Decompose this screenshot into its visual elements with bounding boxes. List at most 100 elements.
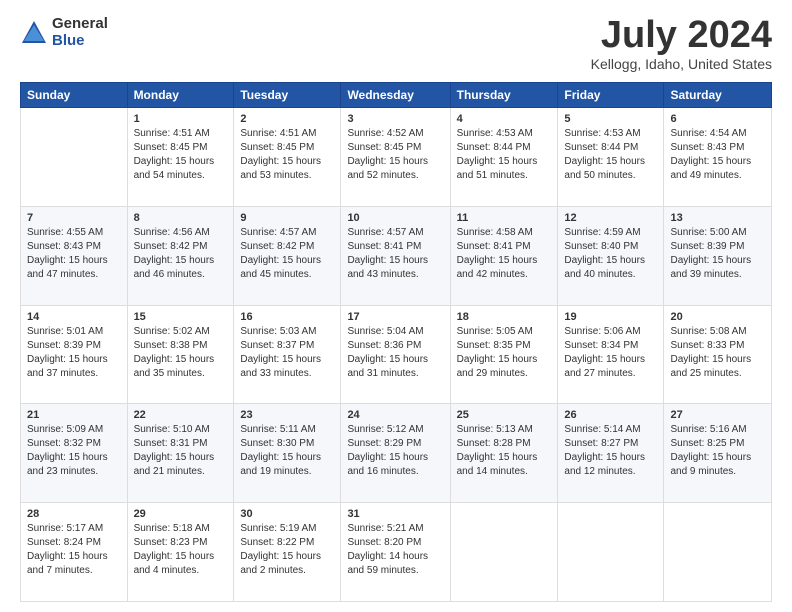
day-number: 11	[457, 212, 552, 224]
logo: General Blue	[20, 16, 108, 49]
day-info: Sunrise: 4:54 AMSunset: 8:43 PMDaylight:…	[670, 127, 765, 183]
logo-blue-text: Blue	[52, 33, 108, 50]
logo-icon	[20, 19, 48, 47]
day-number: 19	[564, 311, 657, 323]
weekday-header-saturday: Saturday	[664, 83, 772, 108]
day-info: Sunrise: 4:57 AMSunset: 8:42 PMDaylight:…	[240, 226, 334, 282]
calendar-cell: 1Sunrise: 4:51 AMSunset: 8:45 PMDaylight…	[127, 108, 234, 207]
day-number: 28	[27, 508, 121, 520]
calendar-week-4: 21 Sunrise: 5:09 AMSunset: 8:32 PMDayligh…	[21, 404, 772, 503]
calendar-week-3: 14 Sunrise: 5:01 AMSunset: 8:39 PMDayligh…	[21, 305, 772, 404]
day-number: 20	[670, 311, 765, 323]
day-info: Sunrise: 5:18 AMSunset: 8:23 PMDaylight:…	[134, 522, 228, 578]
location: Kellogg, Idaho, United States	[591, 56, 772, 72]
calendar-cell: 13Sunrise: 5:00 AMSunset: 8:39 PMDayligh…	[664, 206, 772, 305]
title-section: July 2024 Kellogg, Idaho, United States	[591, 16, 772, 72]
day-number: 9	[240, 212, 334, 224]
calendar-cell	[21, 108, 128, 207]
day-info: Sunrise: 4:53 AMSunset: 8:44 PMDaylight:…	[457, 127, 552, 183]
calendar-cell: 14 Sunrise: 5:01 AMSunset: 8:39 PMDayligh…	[21, 305, 128, 404]
logo-general-text: General	[52, 16, 108, 33]
calendar-cell	[664, 503, 772, 602]
day-number: 21	[27, 409, 121, 421]
calendar-cell: 30Sunrise: 5:19 AMSunset: 8:22 PMDayligh…	[234, 503, 341, 602]
day-number: 6	[670, 113, 765, 125]
header-row: SundayMondayTuesdayWednesdayThursdayFrid…	[21, 83, 772, 108]
day-info: Sunrise: 4:53 AMSunset: 8:44 PMDaylight:…	[564, 127, 657, 183]
day-number: 15	[134, 311, 228, 323]
day-info: Sunrise: 5:21 AMSunset: 8:20 PMDaylight:…	[347, 522, 443, 578]
calendar-cell: 20 Sunrise: 5:08 AMSunset: 8:33 PMDayligh…	[664, 305, 772, 404]
calendar-cell: 22Sunrise: 5:10 AMSunset: 8:31 PMDayligh…	[127, 404, 234, 503]
calendar-cell: 25Sunrise: 5:13 AMSunset: 8:28 PMDayligh…	[450, 404, 558, 503]
calendar-cell: 2 Sunrise: 4:51 AMSunset: 8:45 PMDaylight…	[234, 108, 341, 207]
calendar-week-1: 1Sunrise: 4:51 AMSunset: 8:45 PMDaylight…	[21, 108, 772, 207]
day-number: 31	[347, 508, 443, 520]
calendar-cell: 19 Sunrise: 5:06 AMSunset: 8:34 PMDayligh…	[558, 305, 664, 404]
calendar-cell: 4 Sunrise: 4:53 AMSunset: 8:44 PMDaylight…	[450, 108, 558, 207]
calendar-cell: 9 Sunrise: 4:57 AMSunset: 8:42 PMDaylight…	[234, 206, 341, 305]
weekday-header-monday: Monday	[127, 83, 234, 108]
day-number: 26	[564, 409, 657, 421]
day-number: 10	[347, 212, 443, 224]
calendar-cell: 23 Sunrise: 5:11 AMSunset: 8:30 PMDayligh…	[234, 404, 341, 503]
calendar-cell: 31 Sunrise: 5:21 AMSunset: 8:20 PMDayligh…	[341, 503, 450, 602]
calendar-cell: 3Sunrise: 4:52 AMSunset: 8:45 PMDaylight…	[341, 108, 450, 207]
weekday-header-sunday: Sunday	[21, 83, 128, 108]
day-info: Sunrise: 4:59 AMSunset: 8:40 PMDaylight:…	[564, 226, 657, 282]
day-number: 14	[27, 311, 121, 323]
calendar-cell: 8Sunrise: 4:56 AMSunset: 8:42 PMDaylight…	[127, 206, 234, 305]
day-number: 2	[240, 113, 334, 125]
day-number: 12	[564, 212, 657, 224]
day-info: Sunrise: 5:08 AMSunset: 8:33 PMDaylight:…	[670, 325, 765, 381]
calendar-cell: 29 Sunrise: 5:18 AMSunset: 8:23 PMDayligh…	[127, 503, 234, 602]
calendar-cell: 11 Sunrise: 4:58 AMSunset: 8:41 PMDayligh…	[450, 206, 558, 305]
calendar-cell: 5 Sunrise: 4:53 AMSunset: 8:44 PMDaylight…	[558, 108, 664, 207]
day-number: 30	[240, 508, 334, 520]
day-info: Sunrise: 4:51 AMSunset: 8:45 PMDaylight:…	[134, 127, 228, 183]
day-info: Sunrise: 4:55 AMSunset: 8:43 PMDaylight:…	[27, 226, 121, 282]
day-info: Sunrise: 5:09 AMSunset: 8:32 PMDaylight:…	[27, 423, 121, 479]
day-number: 25	[457, 409, 552, 421]
day-info: Sunrise: 5:01 AMSunset: 8:39 PMDaylight:…	[27, 325, 121, 381]
day-number: 23	[240, 409, 334, 421]
day-info: Sunrise: 4:51 AMSunset: 8:45 PMDaylight:…	[240, 127, 334, 183]
day-info: Sunrise: 5:11 AMSunset: 8:30 PMDaylight:…	[240, 423, 334, 479]
day-info: Sunrise: 5:06 AMSunset: 8:34 PMDaylight:…	[564, 325, 657, 381]
day-info: Sunrise: 5:02 AMSunset: 8:38 PMDaylight:…	[134, 325, 228, 381]
day-info: Sunrise: 5:00 AMSunset: 8:39 PMDaylight:…	[670, 226, 765, 282]
day-info: Sunrise: 4:58 AMSunset: 8:41 PMDaylight:…	[457, 226, 552, 282]
calendar-cell: 12 Sunrise: 4:59 AMSunset: 8:40 PMDayligh…	[558, 206, 664, 305]
calendar-week-5: 28 Sunrise: 5:17 AMSunset: 8:24 PMDayligh…	[21, 503, 772, 602]
calendar-cell: 24 Sunrise: 5:12 AMSunset: 8:29 PMDayligh…	[341, 404, 450, 503]
calendar-cell: 26 Sunrise: 5:14 AMSunset: 8:27 PMDayligh…	[558, 404, 664, 503]
calendar-cell: 21 Sunrise: 5:09 AMSunset: 8:32 PMDayligh…	[21, 404, 128, 503]
day-info: Sunrise: 5:03 AMSunset: 8:37 PMDaylight:…	[240, 325, 334, 381]
day-info: Sunrise: 4:57 AMSunset: 8:41 PMDaylight:…	[347, 226, 443, 282]
calendar-cell: 16 Sunrise: 5:03 AMSunset: 8:37 PMDayligh…	[234, 305, 341, 404]
header: General Blue July 2024 Kellogg, Idaho, U…	[20, 16, 772, 72]
calendar-cell	[450, 503, 558, 602]
day-number: 7	[27, 212, 121, 224]
calendar-cell: 10 Sunrise: 4:57 AMSunset: 8:41 PMDayligh…	[341, 206, 450, 305]
day-info: Sunrise: 5:05 AMSunset: 8:35 PMDaylight:…	[457, 325, 552, 381]
day-number: 27	[670, 409, 765, 421]
day-info: Sunrise: 5:14 AMSunset: 8:27 PMDaylight:…	[564, 423, 657, 479]
day-info: Sunrise: 5:17 AMSunset: 8:24 PMDaylight:…	[27, 522, 121, 578]
calendar-cell: 27 Sunrise: 5:16 AMSunset: 8:25 PMDayligh…	[664, 404, 772, 503]
day-info: Sunrise: 5:12 AMSunset: 8:29 PMDaylight:…	[347, 423, 443, 479]
day-number: 4	[457, 113, 552, 125]
day-number: 29	[134, 508, 228, 520]
day-info: Sunrise: 5:16 AMSunset: 8:25 PMDaylight:…	[670, 423, 765, 479]
day-info: Sunrise: 5:04 AMSunset: 8:36 PMDaylight:…	[347, 325, 443, 381]
day-number: 16	[240, 311, 334, 323]
calendar-cell: 17Sunrise: 5:04 AMSunset: 8:36 PMDayligh…	[341, 305, 450, 404]
weekday-header-friday: Friday	[558, 83, 664, 108]
month-title: July 2024	[591, 16, 772, 54]
day-number: 24	[347, 409, 443, 421]
day-number: 5	[564, 113, 657, 125]
weekday-header-thursday: Thursday	[450, 83, 558, 108]
calendar-week-2: 7 Sunrise: 4:55 AMSunset: 8:43 PMDaylight…	[21, 206, 772, 305]
calendar-cell: 6 Sunrise: 4:54 AMSunset: 8:43 PMDaylight…	[664, 108, 772, 207]
calendar-cell: 28 Sunrise: 5:17 AMSunset: 8:24 PMDayligh…	[21, 503, 128, 602]
